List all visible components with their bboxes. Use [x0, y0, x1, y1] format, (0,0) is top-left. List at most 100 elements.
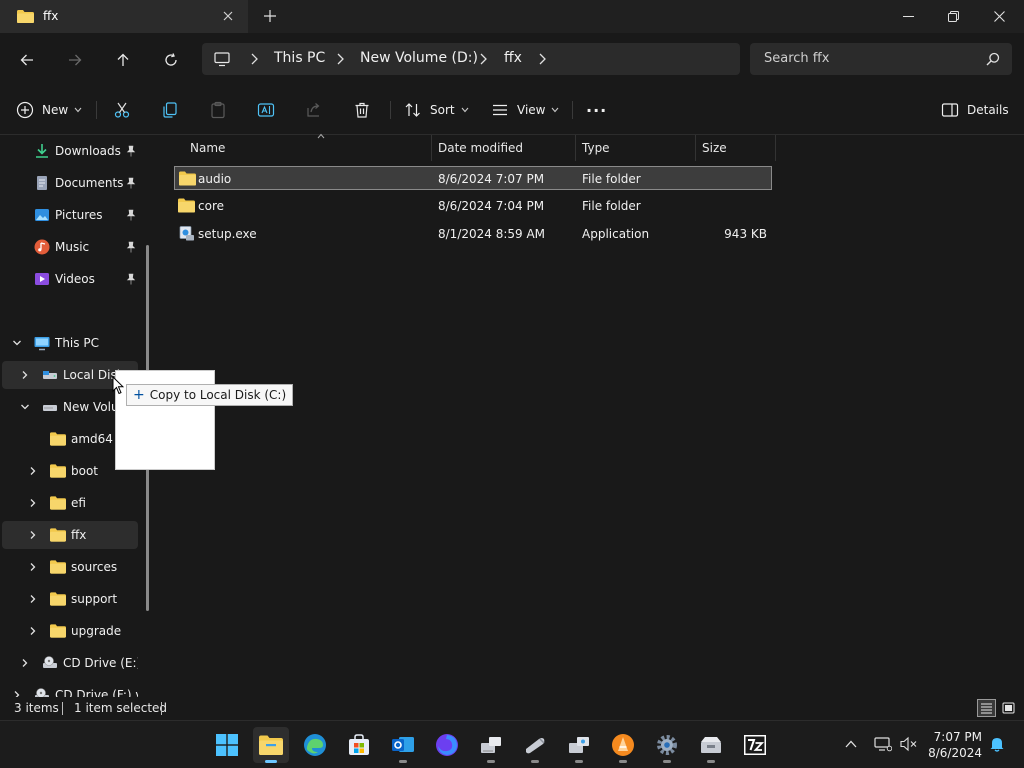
mouse-cursor-icon: [112, 376, 124, 395]
edge-icon: [304, 734, 326, 756]
bell-icon: [990, 738, 1004, 752]
taskbar-installer[interactable]: [693, 727, 729, 763]
file-row-audio[interactable]: audio 8/6/2024 7:07 PM File folder: [174, 166, 772, 190]
nav-item-pictures[interactable]: Pictures: [2, 201, 138, 229]
document-icon: [37, 176, 47, 190]
nav-item-ffx[interactable]: ffx: [2, 521, 138, 549]
nav-item-cd-drive-f[interactable]: CD Drive (F:) virt: [2, 681, 138, 697]
paste-button[interactable]: [209, 97, 227, 123]
folder-icon: [50, 592, 66, 606]
view-button[interactable]: View: [491, 97, 559, 123]
tab-ffx[interactable]: ffx: [0, 0, 248, 33]
selection-count: 1 item selected: [74, 701, 168, 715]
nav-label-videos: Videos: [55, 272, 95, 286]
nav-item-documents[interactable]: Documents: [2, 169, 138, 197]
taskbar-settings[interactable]: [649, 727, 685, 763]
drive-icon: [43, 371, 57, 379]
nav-label-cd-drive-e: CD Drive (E:) v: [63, 656, 138, 670]
nav-label-upgrade: upgrade: [71, 624, 122, 638]
minimize-button[interactable]: [885, 0, 931, 33]
taskbar-start-button[interactable]: [209, 727, 245, 763]
breadcrumb-this-pc[interactable]: This PC: [274, 50, 325, 66]
usb-drive-icon: [526, 738, 545, 754]
file-row-core[interactable]: core 8/6/2024 7:04 PM File folder: [174, 194, 772, 218]
share-button[interactable]: [305, 97, 323, 123]
vlc-icon: [612, 734, 634, 756]
taskbar-outlook[interactable]: [385, 727, 421, 763]
nav-item-videos[interactable]: Videos: [2, 265, 138, 293]
pin-icon: [126, 177, 136, 189]
taskbar-file-explorer[interactable]: [253, 727, 289, 763]
nav-item-efi[interactable]: efi: [2, 489, 138, 517]
more-options-button[interactable]: ···: [586, 97, 607, 123]
rename-button[interactable]: [257, 97, 275, 123]
forward-button[interactable]: [62, 47, 88, 73]
copy-button[interactable]: [161, 97, 179, 123]
tray-overflow-button[interactable]: [840, 733, 862, 755]
delete-button[interactable]: [353, 97, 371, 123]
nav-item-sources[interactable]: sources: [2, 553, 138, 581]
chevron-right-icon: [251, 53, 258, 65]
running-indicator: [575, 760, 583, 763]
close-window-button[interactable]: [976, 0, 1022, 33]
nav-label-this-pc: This PC: [55, 336, 99, 350]
nav-item-this-pc[interactable]: This PC: [2, 329, 138, 357]
file-row-setup-exe[interactable]: setup.exe 8/1/2024 8:59 AM Application 9…: [174, 222, 772, 246]
file-explorer-icon: [259, 735, 283, 755]
nav-item-support[interactable]: support: [2, 585, 138, 613]
taskbar-firefox[interactable]: [429, 727, 465, 763]
command-bar: New Sort View ··· Details: [0, 85, 1024, 135]
chevron-down-icon: [21, 404, 29, 410]
refresh-button[interactable]: [158, 47, 184, 73]
chevron-down-icon: [552, 107, 559, 113]
taskbar-store[interactable]: [341, 727, 377, 763]
chevron-down-icon: [461, 107, 469, 113]
taskbar-network-tool[interactable]: [473, 727, 509, 763]
taskbar-edge[interactable]: [297, 727, 333, 763]
nav-item-cd-drive-e[interactable]: CD Drive (E:) v: [2, 649, 138, 677]
breadcrumb-ffx[interactable]: ffx: [504, 50, 522, 66]
taskbar-7zip[interactable]: [737, 727, 773, 763]
folder-icon: [179, 171, 196, 186]
column-header-name[interactable]: Name: [174, 133, 432, 161]
column-header-size[interactable]: Size: [696, 135, 775, 161]
column-header-date[interactable]: Date modified: [432, 135, 576, 161]
tray-notifications[interactable]: [986, 733, 1008, 755]
title-bar: ffx: [0, 0, 1024, 33]
new-tab-button[interactable]: [260, 6, 280, 26]
trash-icon: [355, 102, 369, 118]
pin-icon: [126, 209, 136, 221]
nav-item-music[interactable]: Music: [2, 233, 138, 261]
search-input[interactable]: Search ffx: [750, 43, 1012, 75]
sort-button[interactable]: Sort: [404, 97, 469, 123]
taskbar-setup-tool[interactable]: [561, 727, 597, 763]
restore-button[interactable]: [930, 0, 976, 33]
sort-icon: [405, 103, 420, 117]
nav-item-upgrade[interactable]: upgrade: [2, 617, 138, 645]
column-header-type[interactable]: Type: [576, 135, 696, 161]
download-icon: [36, 144, 48, 158]
running-indicator: [707, 760, 715, 763]
details-view-toggle[interactable]: [977, 699, 996, 717]
running-indicator: [265, 760, 277, 763]
back-button[interactable]: [14, 47, 40, 73]
tiles-view-toggle[interactable]: [999, 699, 1018, 717]
new-button[interactable]: New: [16, 97, 82, 123]
column-divider[interactable]: [775, 135, 776, 161]
nav-item-downloads[interactable]: Downloads: [2, 137, 138, 165]
address-bar[interactable]: This PC New Volume (D:) ffx: [202, 43, 740, 75]
up-button[interactable]: [110, 47, 136, 73]
breadcrumb-new-volume[interactable]: New Volume (D:): [360, 50, 478, 66]
tray-network[interactable]: [872, 733, 894, 755]
tray-volume[interactable]: [898, 733, 920, 755]
taskbar-vlc[interactable]: [605, 727, 641, 763]
plus-icon: [264, 10, 276, 22]
pin-icon: [126, 145, 136, 157]
taskbar-usb-tool[interactable]: [517, 727, 553, 763]
details-button[interactable]: Details: [941, 97, 1009, 123]
taskbar-clock[interactable]: 7:07 PM 8/6/2024: [920, 729, 982, 761]
cut-button[interactable]: [113, 97, 131, 123]
chevron-right-icon: [22, 659, 28, 667]
tab-close-button[interactable]: [218, 6, 238, 26]
windows-logo-icon: [216, 734, 238, 756]
